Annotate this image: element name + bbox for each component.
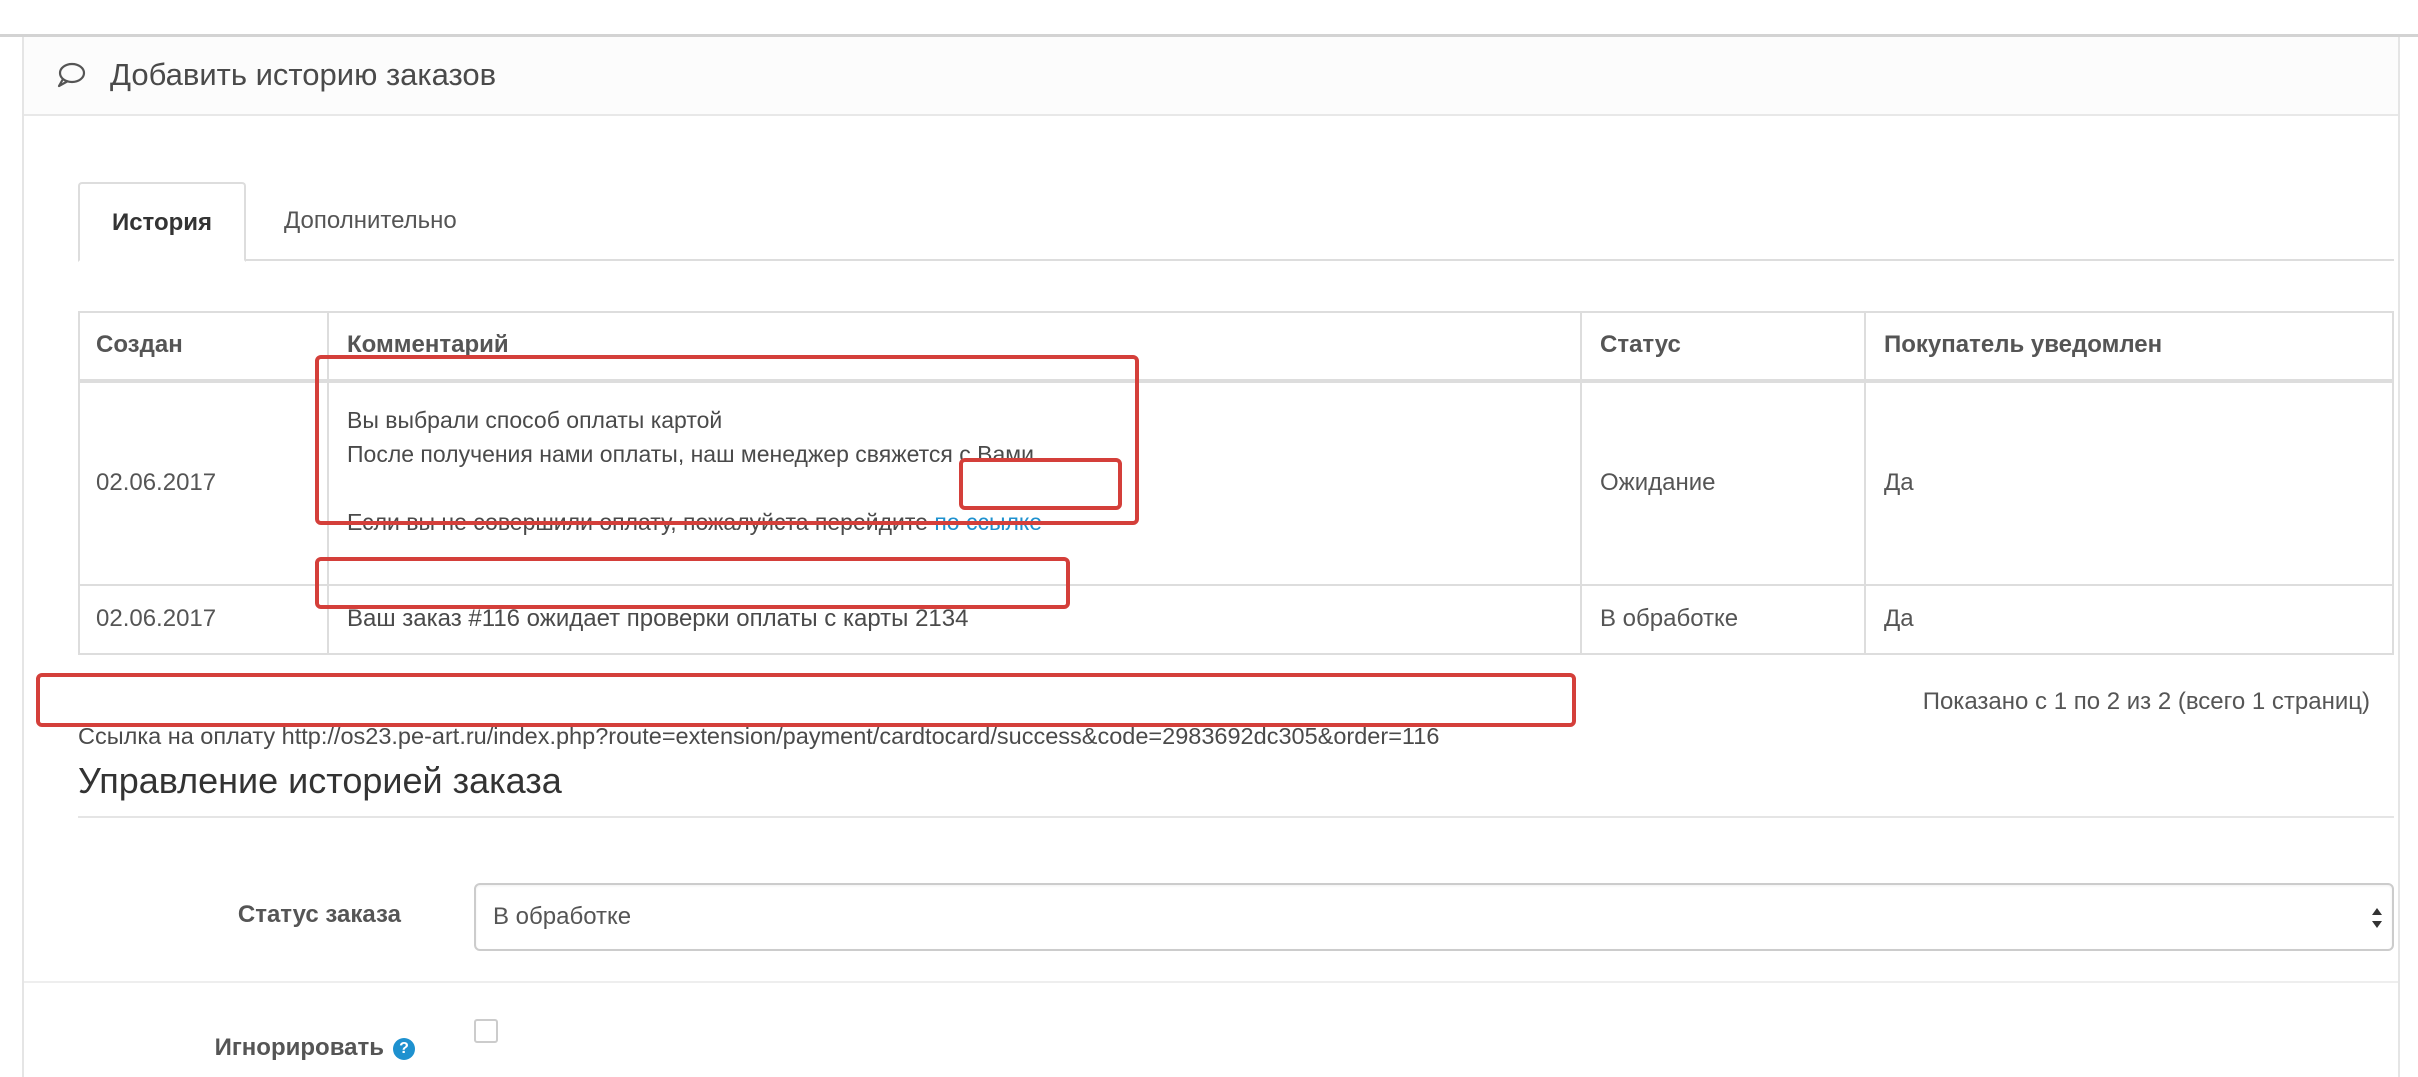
comment-line: Если вы не совершили оплату, пожалуйста …: [347, 505, 1042, 539]
row-2-status: В обработке: [1600, 605, 1739, 632]
order-status-label: Статус заказа: [237, 901, 401, 928]
row-1-notified: Да: [1884, 469, 1914, 496]
ignore-label: Игнорировать: [214, 1034, 384, 1061]
column-divider: [1580, 313, 1582, 653]
row-2-comment: Ваш заказ #116 ожидает проверки оплаты с…: [347, 605, 969, 632]
column-divider: [1864, 313, 1866, 653]
comment-icon: [57, 62, 86, 88]
order-history-panel: Добавить историю заказов История Дополни…: [22, 37, 2400, 1077]
comment-blank-line: [347, 471, 1042, 505]
help-icon[interactable]: ?: [393, 1038, 415, 1060]
ignore-checkbox[interactable]: [474, 1019, 498, 1043]
order-status-value: В обработке: [493, 903, 632, 930]
column-header-comment: Комментарий: [347, 331, 509, 358]
comment-line-text: Если вы не совершили оплату, пожалуйста …: [347, 509, 928, 535]
row-1-comment: Вы выбрали способ оплаты картой После по…: [347, 403, 1042, 539]
top-strip: [0, 0, 2418, 37]
payment-link-text: Ссылка на оплату http://os23.pe-art.ru/i…: [78, 723, 1440, 749]
panel-title: Добавить историю заказов: [110, 57, 497, 92]
section-divider: [78, 816, 2394, 818]
order-status-select[interactable]: В обработке: [474, 883, 2394, 951]
row-2-date: 02.06.2017: [96, 605, 217, 632]
manage-section-title: Управление историей заказа: [78, 760, 562, 801]
payment-link-anchor[interactable]: по ссылке: [934, 509, 1042, 535]
column-header-notified: Покупатель уведомлен: [1884, 331, 2163, 358]
form-row-divider: [24, 981, 2398, 983]
row-1-status: Ожидание: [1600, 469, 1716, 496]
column-header-status: Статус: [1600, 331, 1681, 358]
row-1-date: 02.06.2017: [96, 469, 217, 496]
column-divider: [327, 313, 329, 653]
row-2-notified: Да: [1884, 605, 1914, 632]
pagination-info: Показано с 1 по 2 из 2 (всего 1 страниц): [1922, 688, 2370, 715]
comment-line: Вы выбрали способ оплаты картой: [347, 407, 723, 433]
header-divider: [80, 379, 2392, 383]
row-divider: [80, 584, 2392, 586]
comment-line: После получения нами оплаты, наш менедже…: [347, 441, 1041, 467]
column-header-created: Создан: [96, 331, 183, 358]
highlight-box-payment-link: [36, 673, 1576, 727]
select-arrows-icon: [2372, 908, 2382, 928]
history-table: Создан Комментарий Статус Покупатель уве…: [78, 311, 2394, 655]
tab-history[interactable]: История: [78, 182, 246, 262]
panel-heading: Добавить историю заказов: [24, 37, 2398, 116]
tab-additional[interactable]: Дополнительно: [284, 182, 457, 260]
